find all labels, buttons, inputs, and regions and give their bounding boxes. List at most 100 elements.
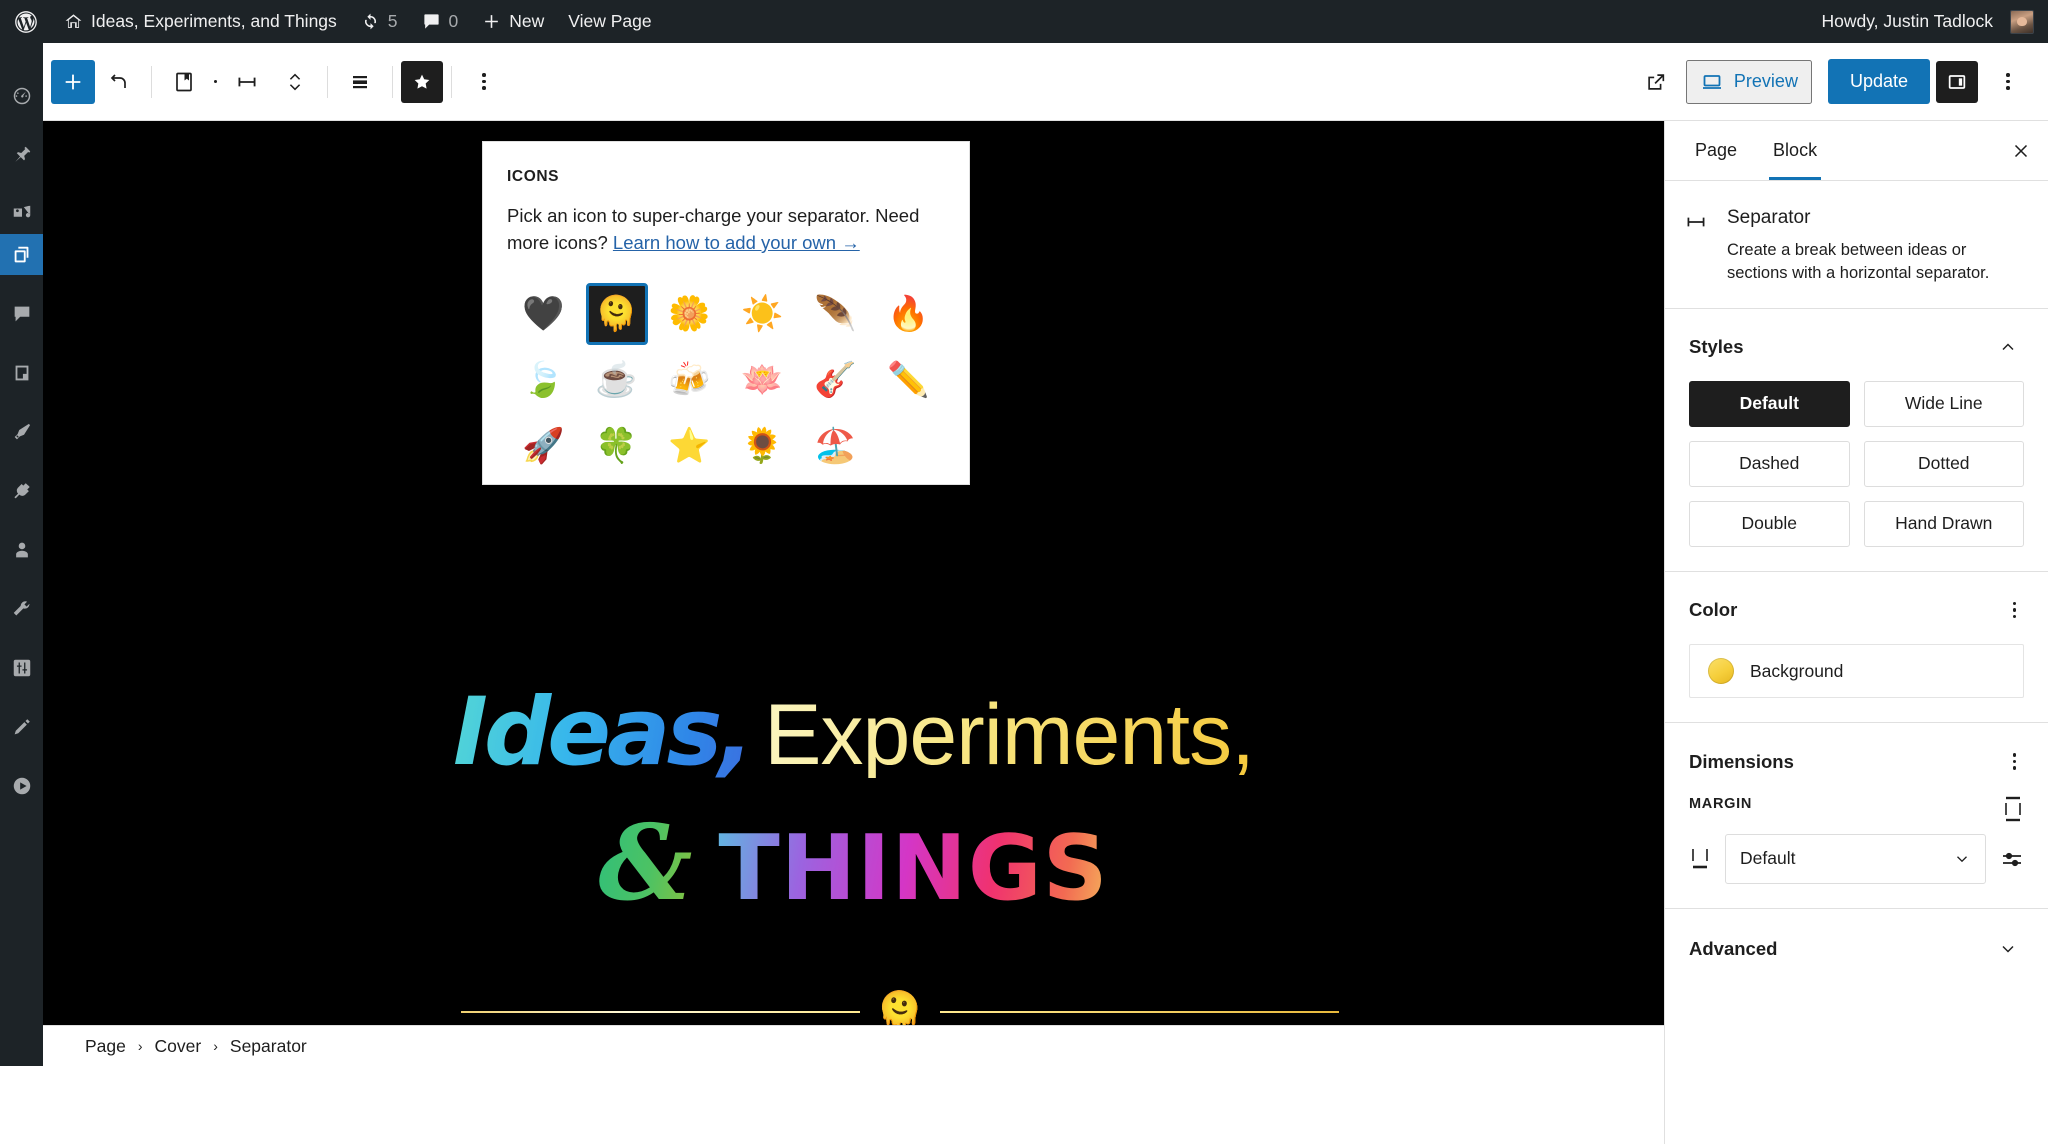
kebab-menu-icon [1998, 65, 2018, 98]
settings-sidebar-toggle[interactable] [1936, 60, 1978, 103]
title-word-ideas: Ideas, [453, 678, 754, 787]
advanced-section[interactable]: Advanced [1665, 907, 2048, 989]
leaf-fluttering-icon[interactable]: 🍃 [507, 349, 580, 411]
four-leaf-clover-icon[interactable]: 🍀 [580, 415, 653, 477]
add-block-button[interactable] [51, 59, 95, 104]
block-type-button[interactable] [223, 58, 271, 106]
dimensions-title: Dimensions [1689, 750, 1794, 772]
sidebar-item-settings[interactable] [0, 647, 43, 688]
breadcrumb-item-cover[interactable]: Cover [155, 1036, 202, 1057]
update-button[interactable]: Update [1827, 59, 1930, 104]
view-external-button[interactable] [1632, 58, 1680, 106]
lotus-icon[interactable]: 🪷 [726, 349, 799, 411]
margin-top-icon[interactable] [2002, 796, 2024, 822]
sidebar-item-tools[interactable] [0, 588, 43, 629]
sidebar-item-plugins[interactable] [0, 470, 43, 511]
melting-face-icon[interactable]: 🫠 [585, 282, 648, 345]
dimensions-options-button[interactable] [2005, 745, 2025, 778]
style-option-hand-drawn[interactable]: Hand Drawn [1863, 500, 2024, 547]
kebab-menu-icon [474, 65, 494, 98]
background-color-button[interactable]: Background [1689, 644, 2024, 699]
updates-menu[interactable]: 5 [349, 0, 410, 43]
advanced-expand-button[interactable] [1992, 933, 2024, 965]
sidebar-item-dashboard[interactable] [0, 75, 43, 116]
laptop-icon [1702, 74, 1721, 89]
beach-umbrella-icon[interactable]: 🏖️ [799, 415, 872, 477]
breadcrumb-item-page[interactable]: Page [85, 1036, 126, 1057]
preview-button[interactable]: Preview [1685, 59, 1812, 104]
comments-count: 0 [448, 11, 459, 31]
account-menu[interactable]: Howdy, Justin Tadlock [1809, 0, 2034, 43]
site-name-menu[interactable]: Ideas, Experiments, and Things [52, 0, 349, 43]
sunflower-icon[interactable]: 🌻 [726, 415, 799, 477]
pin-icon [14, 146, 30, 162]
toolbar-divider-2 [327, 65, 328, 98]
sidebar-item-posts[interactable] [0, 134, 43, 175]
icon-grid: 🖤 🫠 🌼 ☀️ 🪶 🔥 🍃 ☕ 🍻 🪷 🎸 ✏️ 🚀 🍀 ⭐ 🌻 🏖️ [507, 282, 945, 477]
view-page-label: View Page [568, 11, 652, 31]
undo-button[interactable] [95, 58, 143, 106]
guitar-icon[interactable]: 🎸 [799, 349, 872, 411]
chevron-up-down-icon [289, 73, 301, 90]
icons-popover: ICONS Pick an icon to super-charge your … [482, 141, 970, 485]
icon-picker-button[interactable] [401, 60, 443, 103]
style-option-dotted[interactable]: Dotted [1863, 440, 2024, 487]
align-button[interactable] [336, 58, 384, 106]
wordpress-logo-icon[interactable] [0, 0, 52, 43]
style-option-double[interactable]: Double [1689, 500, 1850, 547]
document-bookmark-icon [176, 72, 192, 91]
black-heart-icon[interactable]: 🖤 [507, 283, 580, 345]
feather-icon[interactable]: 🪶 [799, 283, 872, 345]
fire-icon[interactable]: 🔥 [872, 283, 945, 345]
book-icon [15, 365, 28, 380]
margin-bottom-icon[interactable] [1689, 846, 1711, 872]
rocket-icon[interactable]: 🚀 [507, 415, 580, 477]
plug-icon [13, 482, 30, 498]
sidebar-item-pages[interactable] [0, 234, 43, 275]
style-option-dashed[interactable]: Dashed [1689, 440, 1850, 487]
margin-select[interactable]: Default [1725, 833, 1986, 884]
sidebar-item-editor[interactable] [0, 706, 43, 747]
new-content-menu[interactable]: New [470, 0, 556, 43]
move-block-button[interactable] [271, 58, 319, 106]
style-option-default[interactable]: Default [1689, 380, 1850, 427]
title-word-experiments: Experiments, [764, 687, 1255, 783]
beer-mugs-icon[interactable]: 🍻 [653, 349, 726, 411]
custom-spacing-button[interactable] [2000, 847, 2024, 871]
pencil-icon[interactable]: ✏️ [872, 349, 945, 411]
block-options-button[interactable] [460, 58, 508, 106]
star-icon[interactable]: ⭐ [653, 415, 726, 477]
play-circle-icon [13, 777, 30, 794]
user-icon [15, 542, 28, 557]
sidebar-item-comments[interactable] [0, 293, 43, 334]
document-overview-button[interactable] [160, 58, 208, 106]
blossom-icon[interactable]: 🌼 [653, 283, 726, 345]
separator-block[interactable]: 🫠 [461, 993, 1340, 1025]
coffee-icon[interactable]: ☕ [580, 349, 653, 411]
sidebar-item-player[interactable] [0, 765, 43, 806]
close-sidebar-button[interactable] [1998, 128, 2044, 174]
sidebar-item-appearance[interactable] [0, 411, 43, 452]
style-option-wide-line[interactable]: Wide Line [1863, 380, 2024, 427]
learn-how-link[interactable]: Learn how to add your own → [613, 232, 860, 253]
margin-value: Default [1740, 848, 1796, 869]
title-word-ampersand: & [598, 801, 693, 924]
toolbar-divider [151, 65, 152, 98]
sidebar-item-users[interactable] [0, 529, 43, 570]
tab-page[interactable]: Page [1677, 121, 1755, 180]
styles-collapse-button[interactable] [1992, 331, 2024, 363]
more-options-button[interactable] [1984, 58, 2032, 106]
breadcrumb-separator: › [213, 1038, 218, 1054]
paintbrush-icon [14, 423, 30, 439]
comments-menu[interactable]: 0 [410, 0, 471, 43]
sun-icon[interactable]: ☀️ [726, 283, 799, 345]
sidebar-item-templates[interactable] [0, 352, 43, 393]
separator-line-right [939, 1011, 1340, 1013]
sidebar-item-media[interactable] [0, 193, 43, 234]
tab-block[interactable]: Block [1755, 121, 1835, 180]
sidebar-tabs: Page Block [1665, 121, 2048, 181]
color-options-button[interactable] [2005, 594, 2025, 627]
breadcrumb-item-separator[interactable]: Separator [230, 1036, 307, 1057]
pencil-icon [14, 718, 30, 734]
view-page-link[interactable]: View Page [556, 0, 663, 43]
